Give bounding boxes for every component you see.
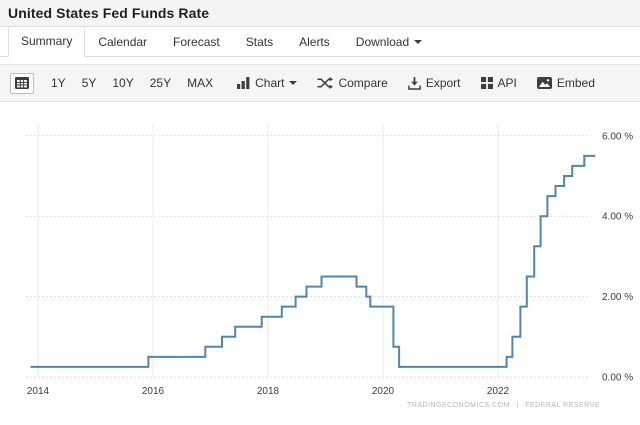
- source-separator: |: [516, 402, 519, 409]
- y-axis-label: 0.00 %: [602, 373, 633, 384]
- tab-label: Download: [355, 35, 410, 49]
- x-axis-label: 2022: [487, 386, 510, 397]
- export-button[interactable]: Export: [401, 72, 468, 94]
- tab-label: Forecast: [173, 35, 220, 49]
- x-axis-label: 2016: [142, 386, 165, 397]
- chart-area: 2014 2016 2018 2020 2022 0.00 % 2.00 % 4.00 % 6.…: [0, 102, 640, 424]
- spacer: [0, 57, 640, 64]
- fed-funds-chart[interactable]: 2014 2016 2018 2020 2022 0.00 % 2.00 % 4.00 % 6.…: [0, 102, 640, 424]
- range-button-1y[interactable]: 1Y: [44, 72, 73, 94]
- source-provider: FEDERAL RESERVE: [525, 402, 600, 409]
- tab-download[interactable]: Download: [343, 27, 435, 57]
- chart-attribution: TRADINGECONOMICS.COM | FEDERAL RESERVE: [405, 402, 602, 409]
- download-export-icon: [407, 76, 421, 90]
- rate-line: [30, 154, 596, 368]
- tool-button-label: Embed: [556, 76, 595, 90]
- range-group: 1Y 5Y 10Y 25Y MAX: [44, 72, 220, 94]
- y-axis-label: 6.00 %: [602, 131, 633, 142]
- tool-button-group: Chart Compare Export API Embed: [230, 72, 602, 94]
- calendar-button[interactable]: [10, 72, 34, 94]
- chart-toolbar: 1Y 5Y 10Y 25Y MAX Chart Compare Export API Embed: [0, 64, 640, 102]
- range-button-5y[interactable]: 5Y: [75, 72, 104, 94]
- tab-forecast[interactable]: Forecast: [160, 27, 233, 57]
- chevron-down-icon: [414, 40, 423, 44]
- compare-shuffle-icon: [317, 77, 334, 89]
- tool-button-label: Chart: [255, 76, 285, 90]
- calendar-grid-icon: [15, 77, 29, 89]
- source-site: TRADINGECONOMICS.COM: [407, 402, 510, 409]
- tool-button-label: Compare: [338, 76, 388, 90]
- tab-summary[interactable]: Summary: [8, 26, 86, 57]
- tab-alerts[interactable]: Alerts: [286, 27, 343, 57]
- tab-bar: Summary Calendar Forecast Stats Alerts Downlo…: [0, 26, 640, 57]
- tool-button-label: API: [497, 76, 517, 90]
- api-button[interactable]: API: [474, 72, 524, 94]
- tab-stats[interactable]: Stats: [233, 27, 286, 57]
- y-axis-label: 4.00 %: [602, 212, 633, 223]
- tool-button-label: Export: [425, 76, 461, 90]
- embed-button[interactable]: Embed: [530, 72, 602, 94]
- range-button-max[interactable]: MAX: [180, 72, 220, 94]
- chart-button[interactable]: Chart: [230, 72, 304, 94]
- compare-button[interactable]: Compare: [310, 72, 394, 94]
- tab-label: Summary: [21, 34, 73, 48]
- tab-label: Calendar: [98, 35, 148, 49]
- range-button-25y[interactable]: 25Y: [143, 72, 178, 94]
- page-header: United States Fed Funds Rate: [0, 0, 640, 27]
- api-grid-icon: [480, 77, 493, 89]
- tab-label: Alerts: [299, 35, 330, 49]
- x-axis-label: 2018: [257, 386, 280, 397]
- x-axis-label: 2020: [372, 386, 395, 397]
- y-axis-label: 2.00 %: [602, 292, 633, 303]
- page-title: United States Fed Funds Rate: [8, 5, 210, 21]
- embed-image-icon: [536, 77, 552, 89]
- tab-label: Stats: [245, 35, 274, 49]
- tab-calendar[interactable]: Calendar: [85, 27, 160, 57]
- bar-chart-icon: [237, 77, 250, 89]
- chevron-down-icon: [289, 81, 298, 85]
- range-button-10y[interactable]: 10Y: [105, 72, 140, 94]
- x-axis-label: 2014: [27, 386, 50, 397]
